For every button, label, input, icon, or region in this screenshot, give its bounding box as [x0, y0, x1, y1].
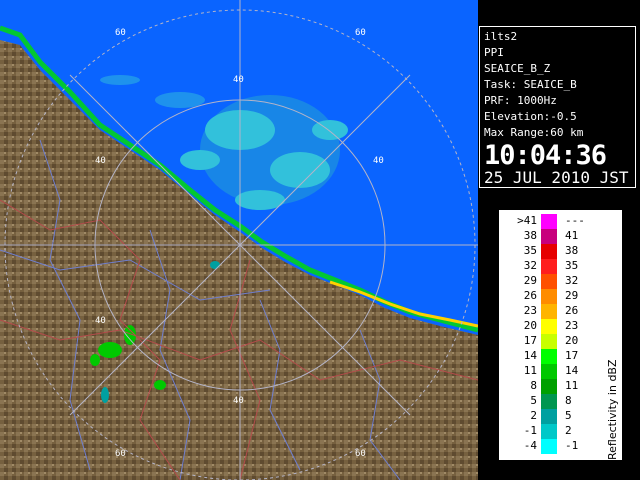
ring-label-40-left: 40 [95, 156, 106, 166]
legend-upper-bound: --- [565, 214, 585, 227]
legend-upper-bound: 8 [565, 394, 572, 407]
legend-color-swatch [541, 409, 557, 424]
legend-lower-bound: 8 [530, 379, 537, 392]
legend-lower-bound: -1 [523, 424, 537, 437]
legend-lower-bound: 17 [523, 334, 537, 347]
legend-color-swatch [541, 364, 557, 379]
legend-color-swatch [541, 304, 557, 319]
task-name: Task: SEAICE_B [484, 78, 577, 91]
legend-lower-bound: 5 [530, 394, 537, 407]
legend-upper-bound: 26 [565, 304, 579, 317]
legend-row: 17 20 [499, 334, 624, 349]
legend-row: >41 --- [499, 214, 624, 229]
legend-row: 38 41 [499, 229, 624, 244]
observation-date: 25 JUL 2010 JST [484, 168, 629, 187]
legend-upper-bound: -1 [565, 439, 579, 452]
legend-lower-bound: >41 [517, 214, 537, 227]
legend-title: Reflectivity in dBZ [606, 359, 619, 460]
legend-lower-bound: 14 [523, 349, 537, 362]
legend-row: 23 26 [499, 304, 624, 319]
legend-color-swatch [541, 349, 557, 364]
elevation-value: Elevation:-0.5 [484, 110, 577, 123]
prf-value: PRF: 1000Hz [484, 94, 557, 107]
legend-upper-bound: 41 [565, 229, 579, 242]
legend-color-swatch [541, 319, 557, 334]
legend-lower-bound: 20 [523, 319, 537, 332]
legend-lower-bound: 2 [530, 409, 537, 422]
legend-lower-bound: 35 [523, 244, 537, 257]
radar-map-canvas: 60 60 40 40 40 40 40 60 60 [0, 0, 478, 480]
legend-lower-bound: -4 [523, 439, 537, 452]
legend-lower-bound: 26 [523, 289, 537, 302]
legend-lower-bound: 23 [523, 304, 537, 317]
legend-upper-bound: 5 [565, 409, 572, 422]
product-name: SEAICE_B_Z [484, 62, 551, 75]
legend-upper-bound: 17 [565, 349, 579, 362]
legend-lower-bound: 38 [523, 229, 537, 242]
scan-mode: PPI [484, 46, 504, 59]
legend-color-swatch [541, 394, 557, 409]
legend-upper-bound: 35 [565, 259, 579, 272]
legend-row: 20 23 [499, 319, 624, 334]
legend-row: 29 32 [499, 274, 624, 289]
legend-color-swatch [541, 289, 557, 304]
ring-label-40-bottom: 40 [233, 396, 244, 406]
max-range-value: Max Range:60 km [484, 126, 584, 139]
legend-lower-bound: 11 [523, 364, 537, 377]
legend-row: 32 35 [499, 259, 624, 274]
legend-color-swatch [541, 259, 557, 274]
ring-label-40-top: 40 [233, 75, 244, 85]
legend-color-swatch [541, 229, 557, 244]
ring-label-60-bottom-right: 60 [355, 449, 366, 459]
legend-color-swatch [541, 334, 557, 349]
legend-upper-bound: 11 [565, 379, 579, 392]
legend-upper-bound: 38 [565, 244, 579, 257]
legend-lower-bound: 32 [523, 259, 537, 272]
ring-label-40-lower-left: 40 [95, 316, 106, 326]
ring-label-40-right: 40 [373, 156, 384, 166]
radar-ppi-display: 60 60 40 40 40 40 40 60 60 [0, 0, 478, 480]
ring-label-60-bottom-left: 60 [115, 449, 126, 459]
legend-upper-bound: 20 [565, 334, 579, 347]
legend-row: 35 38 [499, 244, 624, 259]
legend-color-swatch [541, 379, 557, 394]
legend-color-swatch [541, 274, 557, 289]
site-name: ilts2 [484, 30, 518, 43]
legend-upper-bound: 29 [565, 289, 579, 302]
reflectivity-legend: >41 --- 38 41 35 38 32 35 29 32 26 29 23 26 20 23 17 20 14… [498, 209, 623, 461]
legend-lower-bound: 29 [523, 274, 537, 287]
radar-info-panel: ilts2 PPI SEAICE_B_Z Task: SEAICE_B PRF:… [479, 26, 636, 188]
ring-label-60-top-left: 60 [115, 28, 126, 38]
legend-color-swatch [541, 244, 557, 259]
legend-upper-bound: 14 [565, 364, 579, 377]
legend-color-swatch [541, 424, 557, 439]
legend-upper-bound: 23 [565, 319, 579, 332]
legend-row: 26 29 [499, 289, 624, 304]
ring-label-60-top-right: 60 [355, 28, 366, 38]
legend-upper-bound: 2 [565, 424, 572, 437]
legend-color-swatch [541, 439, 557, 454]
observation-time: 10:04:36 [484, 140, 607, 171]
legend-color-swatch [541, 214, 557, 229]
legend-upper-bound: 32 [565, 274, 579, 287]
